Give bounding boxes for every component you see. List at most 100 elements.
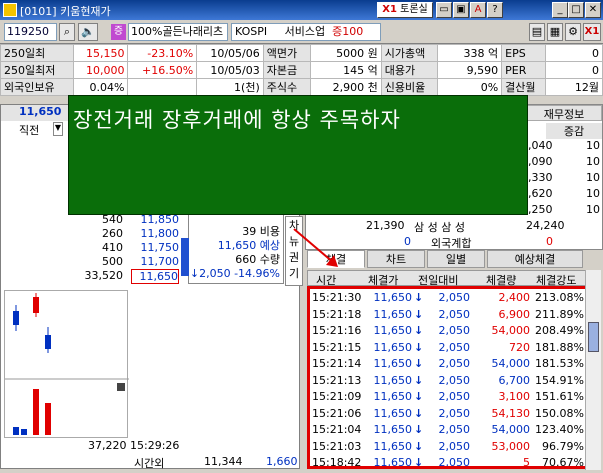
tab-2[interactable]: 일별 [427,250,485,268]
dropdown-icon[interactable]: ▼ [53,122,63,136]
stock-code-input[interactable]: 119250 [4,23,57,41]
info-cell: 0.04% [73,78,129,96]
trade-time: 15:21:18 [312,307,362,321]
info-cell: 결산월 [501,78,547,96]
trade-time: 15:18:42 [312,456,362,469]
trade-panel: 체결 차트 일별 예상체결 시간 체결가 전일대비 체결량 체결강도 15:21:30 11,6… [305,250,603,473]
maximize-icon[interactable]: □ [568,2,584,18]
save-icon[interactable]: ▭ [436,2,452,18]
down-arrow-icon: ↓ [414,456,424,469]
trade-price: 11,650 [373,357,413,370]
scrollbar[interactable] [585,270,601,470]
trade-price: 11,650 [373,307,413,321]
investor-flag: 10 [586,187,600,200]
vol-bar-2 [21,429,27,435]
info-cell: 9,590 [437,61,503,79]
trade-diff: 2,050 [438,390,471,403]
vol-bar-4 [45,403,51,435]
trade-table-body: 15:21:30 11,650 2,050 2,400 213.08% ↓ 15:21:18… [307,286,589,469]
grid-icon[interactable]: ▦ [547,23,563,41]
trade-row: 15:18:42 11,650 2,050 5 70.67% ↓ [310,454,586,469]
trade-time: 15:21:04 [312,423,362,436]
trade-price: 11,650 [373,456,413,469]
trade-price: 11,650 [373,390,413,403]
trade-diff: 2,050 [438,456,471,469]
search-icon[interactable]: ⌕ [59,23,75,41]
trade-price: 11,650 [373,373,413,387]
trade-diff: 2,050 [438,373,471,387]
close-icon[interactable]: ✕ [585,2,601,18]
speaker-icon[interactable]: 🔈 [78,23,98,41]
info-cell: PER [501,61,547,79]
tab-1[interactable]: 차트 [367,250,425,268]
trade-strength: 208.49% [535,324,584,337]
orderbook-qty: 410 [102,241,123,254]
bottom-summary: 37,220 15:29:26 시간외 11,344 1,660 [88,439,298,470]
info-cell: +16.50% [127,61,198,79]
scroll-thumb[interactable] [588,322,599,352]
doc-icon[interactable]: ▤ [529,23,545,41]
trade-row: 15:21:16 11,650 2,050 54,000 208.49% ↓ [310,322,586,340]
help-icon[interactable]: ? [487,2,503,18]
trade-row: 15:21:14 11,650 2,050 54,000 181.53% ↓ [310,355,586,373]
info-cell: -23.10% [127,44,198,62]
trade-time: 15:21:15 [312,340,362,354]
trade-row: 15:21:03 11,650 2,050 53,000 96.79% ↓ [310,438,586,456]
discussion-button[interactable]: X1 토론실 [377,2,433,18]
app-icon [3,3,17,17]
tab-financial[interactable]: 재무정보 [526,105,602,121]
down-arrow-icon: ↓ [414,423,424,436]
trade-price: 11,650 [373,340,413,354]
trade-qty: 54,130 [491,406,531,420]
info-cell: 250일최 [0,44,75,62]
info-cell: 0% [437,78,503,96]
down-arrow-icon: ↓ [414,340,424,354]
info-cell: 338 억 [437,44,503,62]
info-cell: 12월 [545,78,603,96]
alert-icon[interactable]: A [470,2,486,18]
arrow-line [293,228,335,264]
trade-qty: 54,000 [491,324,531,337]
vol-bar-3 [33,389,39,435]
trade-qty: 2,400 [498,291,531,304]
x1-icon[interactable]: X1 [583,23,601,41]
stock-info-table: 250일최 15,150 -23.10% 10/05/06 액면가 5000 원 시가총액 3… [0,44,603,96]
info-cell: 250일최저 [0,61,75,79]
trade-strength: 181.53% [535,357,584,370]
down-arrow-icon: ↓ [414,291,424,304]
expected-change: ↓2,050 -14.96% [189,267,280,280]
screen-icon[interactable]: ▣ [453,2,469,18]
trade-qty: 5 [523,456,530,469]
trade-strength: 123.40% [535,423,584,436]
col-change-header: 증감 [546,123,602,139]
orderbook-price: 11,700 [140,255,180,268]
stock-name-field[interactable]: 100%골든나래리츠 [128,23,228,41]
orderbook-price: 11,800 [140,227,180,240]
gear-icon[interactable]: ⚙ [565,23,581,41]
window-title: [0101] 키움현재가 [20,5,111,18]
orderbook-qty: 500 [102,255,123,268]
trade-strength: 213.08% [535,291,584,304]
info-row: 250일최 15,150 -23.10% 10/05/06 액면가 5000 원 시가총액 3… [0,44,603,62]
trade-diff: 2,050 [438,423,471,436]
trade-diff: 2,050 [438,291,471,304]
expected-info: 39 비용 11,650 예상 660 수량 ↓2,050 -14.96% [188,212,284,284]
chart-close-icon[interactable] [117,383,125,391]
minimize-icon[interactable]: _ [552,2,568,18]
info-row: 250일최저 10,000 +16.50% 10/05/03 자본금 145 억 대용가 9,… [0,61,603,79]
trade-row: 15:21:18 11,650 2,050 6,900 211.89% ↓ [310,306,586,324]
tab-3[interactable]: 예상체결 [487,250,583,268]
trade-strength: 96.79% [542,439,584,453]
info-cell: 10/05/06 [196,44,264,62]
market-info: KOSPI 서비스업 증100 [231,23,381,41]
trade-diff: 2,050 [438,439,471,453]
trade-time: 15:21:14 [312,357,362,370]
investor-flag: 10 [586,203,600,216]
trade-diff: 2,050 [438,324,471,337]
down-arrow-icon: ↓ [414,390,424,403]
info-cell: 신용비율 [380,78,439,96]
info-cell: 외국인보유 [0,78,75,96]
foreign-total-row: 0 외국계합 0 [404,235,553,250]
pointer-arrow [293,228,338,267]
title-bar: [0101] 키움현재가 X1 토론실 ▭ ▣ A ? _ □ ✕ [0,0,603,20]
